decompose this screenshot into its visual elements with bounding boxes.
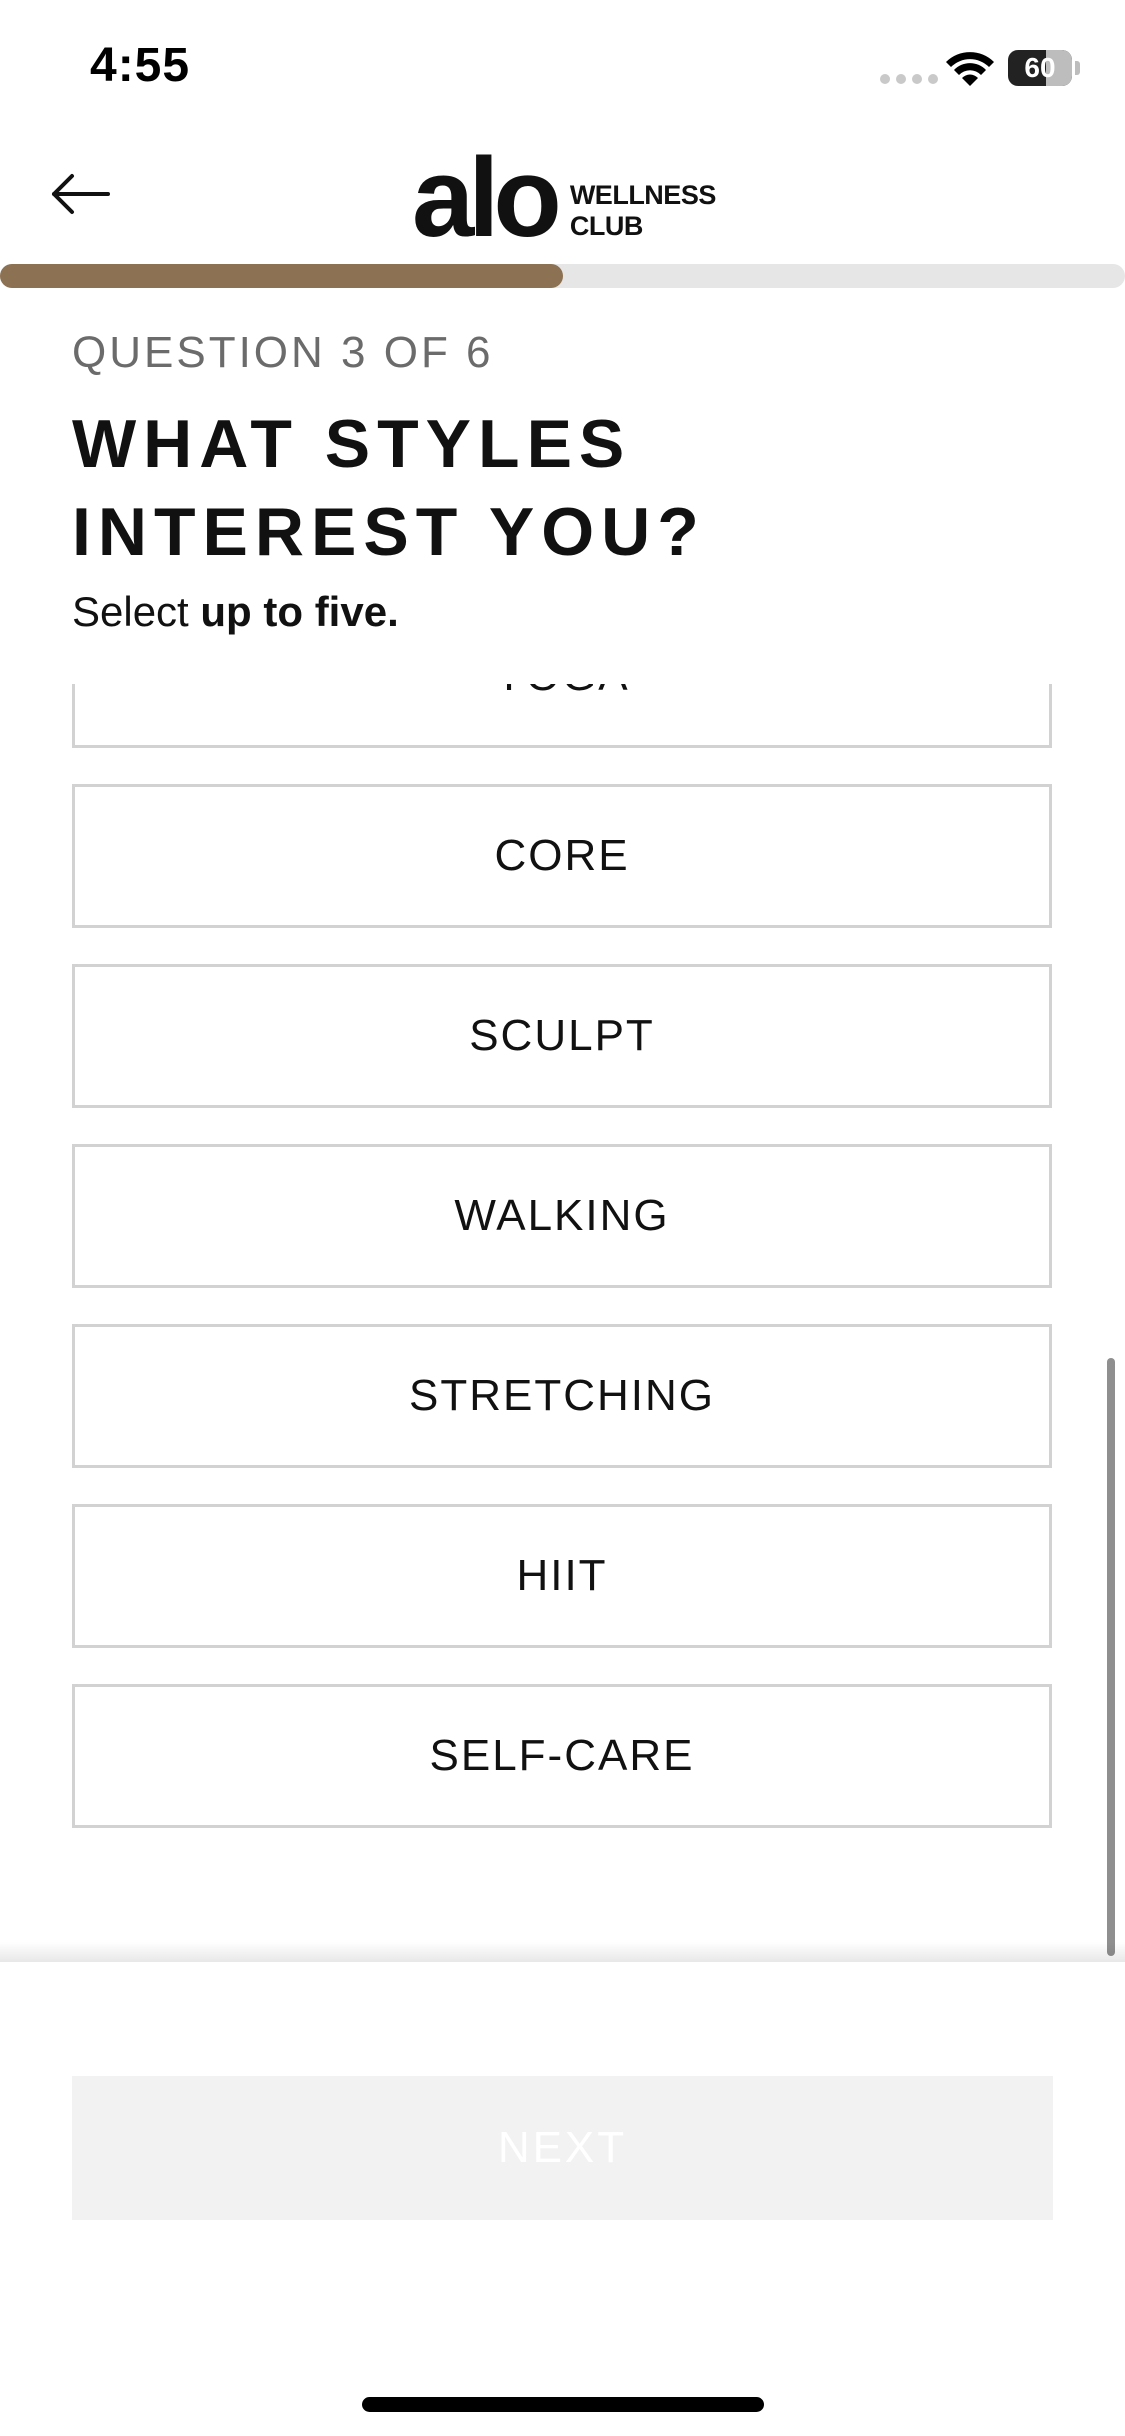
battery-level: 60 — [1024, 52, 1056, 83]
option-core[interactable]: CORE — [72, 784, 1052, 928]
logo-sub-line1: WELLNESS — [569, 180, 717, 210]
footer-shadow — [0, 1942, 1125, 1964]
option-stretching[interactable]: STRETCHING — [72, 1324, 1052, 1468]
home-indicator — [362, 2397, 764, 2412]
logo-sub-line2: CLUB — [569, 211, 644, 241]
battery-icon: 60 — [1008, 50, 1072, 86]
footer: NEXT — [0, 1962, 1125, 2436]
options-scroll-area[interactable]: YOGA CORE SCULPT WALKING STRETCHING HIIT… — [0, 684, 1125, 1962]
scrollbar[interactable] — [1107, 1358, 1115, 1956]
arrow-left-icon[interactable] — [48, 168, 116, 220]
question-subtitle: Select up to five. — [72, 588, 399, 636]
next-button[interactable]: NEXT — [72, 2076, 1053, 2220]
option-hiit[interactable]: HIIT — [72, 1504, 1052, 1648]
subtitle-bold: up to five. — [200, 588, 399, 635]
header: alo WELLNESS CLUB — [0, 140, 1125, 260]
status-time: 4:55 — [90, 39, 191, 92]
progress-bar-fill — [0, 264, 563, 288]
alo-logo: alo WELLNESS CLUB — [412, 135, 717, 260]
option-yoga[interactable]: YOGA — [72, 684, 1052, 748]
question-title-line2: INTEREST YOU? — [72, 494, 706, 570]
question-title: WHAT STYLES INTEREST YOU? — [72, 400, 872, 576]
logo-main: alo — [412, 135, 562, 260]
logo-sub: WELLNESS CLUB — [569, 180, 717, 242]
option-walking[interactable]: WALKING — [72, 1144, 1052, 1288]
wifi-icon — [946, 52, 994, 86]
option-sculpt[interactable]: SCULPT — [72, 964, 1052, 1108]
battery-nub — [1075, 61, 1080, 75]
signal-dots-icon — [880, 74, 938, 84]
status-bar: 4:55 60 — [0, 0, 1125, 140]
subtitle-prefix: Select — [72, 588, 201, 635]
question-title-line1: WHAT STYLES — [72, 406, 632, 482]
progress-bar — [0, 264, 1125, 288]
option-self-care[interactable]: SELF-CARE — [72, 1684, 1052, 1828]
question-counter: QUESTION 3 OF 6 — [72, 328, 494, 377]
options-list: YOGA CORE SCULPT WALKING STRETCHING HIIT… — [72, 684, 1052, 1864]
